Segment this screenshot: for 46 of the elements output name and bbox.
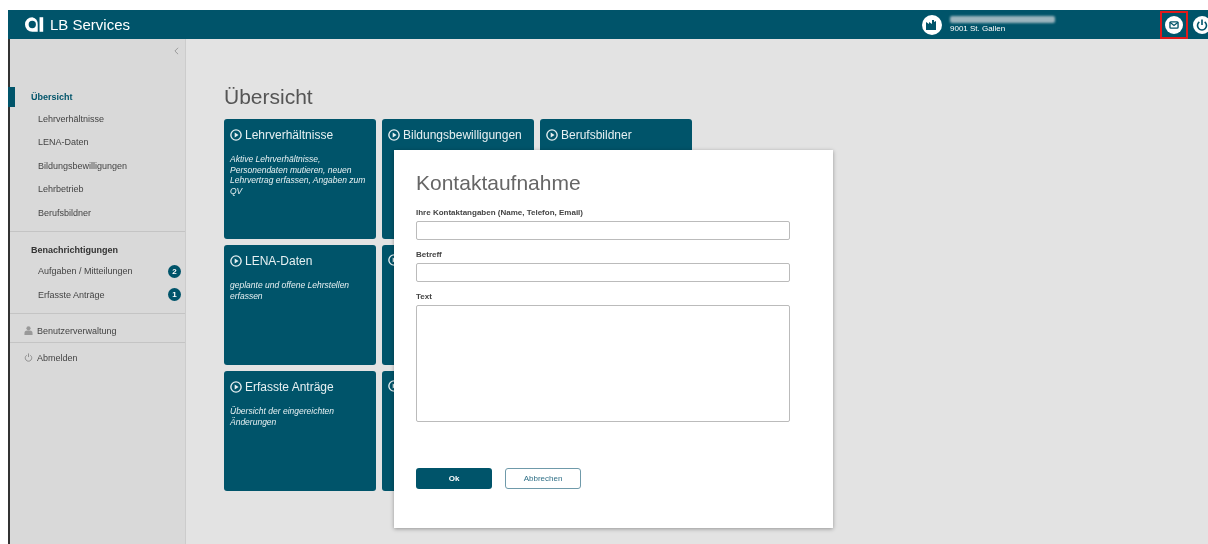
play-icon — [230, 255, 242, 267]
tile-card[interactable]: Lehrverhältnisse Aktive Lehrverhältnisse, Personendaten mutieren, neuen Lehrvertrag erfassen, Angaben zum QV — [224, 119, 376, 239]
play-icon — [388, 129, 400, 141]
mail-button[interactable] — [1160, 10, 1188, 39]
input-field[interactable] — [416, 221, 790, 240]
logo-icon — [25, 17, 45, 32]
user-location: 9001 St. Gallen — [950, 24, 1007, 33]
tile-description: Übersicht der eingereichten Änderungen — [230, 406, 335, 428]
nav-item[interactable]: LENA-Daten — [10, 130, 185, 154]
field-label: Betreff — [416, 250, 443, 259]
page-title: Übersicht — [224, 85, 314, 109]
user-icon — [24, 326, 33, 335]
field-label: Text — [416, 292, 433, 301]
field-label: Ihre Kontaktangaben (Name, Telefon, Email) — [416, 208, 584, 217]
cancel-button[interactable]: Abbrechen — [505, 468, 581, 489]
collapse-icon[interactable] — [174, 47, 179, 55]
tile-title: Erfasste Anträge — [245, 380, 334, 394]
nav-item[interactable]: Berufsbildner — [10, 201, 185, 225]
factory-icon — [922, 14, 942, 35]
nav-item[interactable]: Lehrbetrieb — [10, 177, 185, 201]
count-badge: 1 — [168, 288, 181, 302]
app-title: LB Services — [50, 16, 131, 33]
input-field[interactable] — [416, 263, 790, 282]
count-badge: 2 — [168, 264, 181, 278]
nav-item[interactable]: Aufgaben / Mitteilungen 2 — [10, 259, 185, 283]
nav-link[interactable]: Abmelden — [10, 346, 185, 369]
tile-title: Lehrverhältnisse — [245, 128, 334, 142]
tile-description: Aktive Lehrverhältnisse, Personendaten mutieren, neuen Lehrvertrag erfassen, Angaben zum QV — [230, 154, 367, 197]
nav-link[interactable]: Benutzerverwaltung — [10, 319, 185, 343]
dialog-title: Kontaktaufnahme — [416, 171, 582, 195]
nav-item[interactable]: Erfasste Anträge 1 — [10, 283, 185, 307]
tile-title: Berufsbildner — [561, 128, 632, 142]
play-icon — [546, 129, 558, 141]
text-area[interactable] — [416, 305, 790, 422]
nav-item[interactable]: Bildungsbewilligungen — [10, 154, 185, 178]
ok-button[interactable]: Ok — [416, 468, 492, 489]
tile-title: LENA-Daten — [245, 254, 313, 268]
tile-title: Bildungsbewilligungen — [403, 128, 522, 142]
tile-card[interactable]: LENA-Daten geplante und offene Lehrstellen erfassen — [224, 245, 376, 365]
play-icon — [230, 381, 242, 393]
tile-card[interactable]: Erfasste Anträge Übersicht der eingereichten Änderungen — [224, 371, 376, 491]
play-icon — [230, 129, 242, 141]
nav-heading[interactable]: Benachrichtigungen — [8, 239, 185, 260]
nav-item[interactable]: Lehrverhältnisse — [10, 107, 185, 131]
tile-description: geplante und offene Lehrstellen erfassen — [230, 280, 351, 302]
power-icon — [24, 353, 33, 362]
